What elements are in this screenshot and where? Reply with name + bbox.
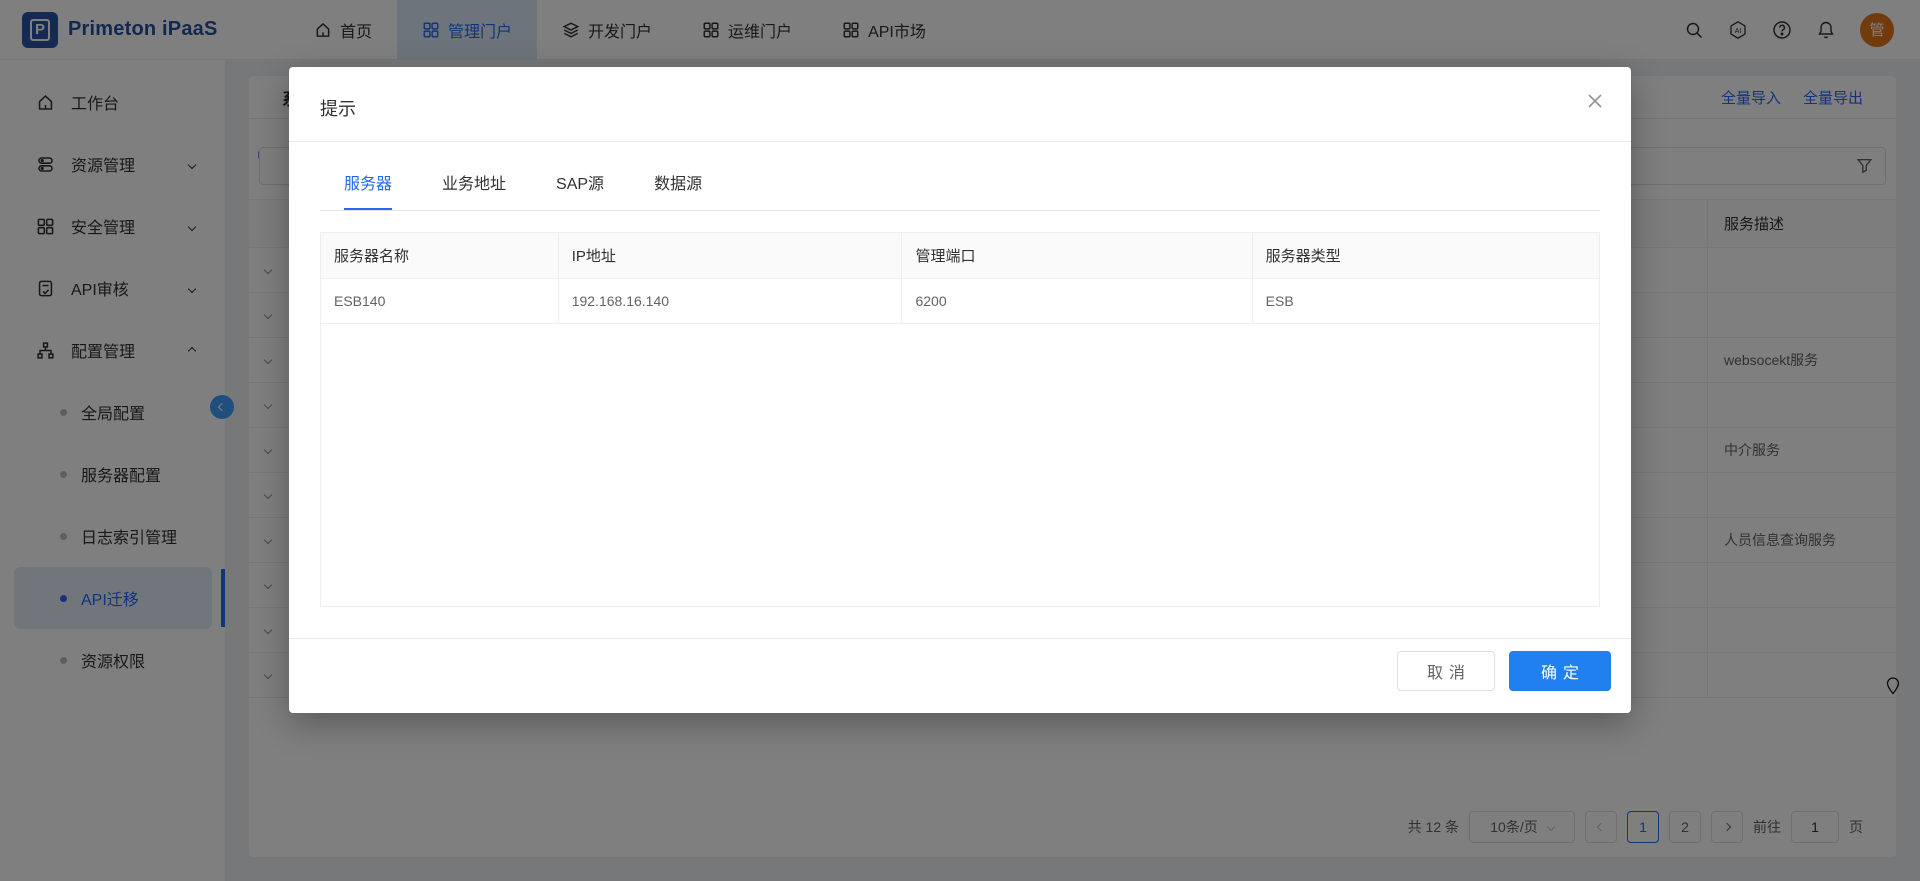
close-icon[interactable]: [1585, 91, 1605, 111]
server-table-row[interactable]: ESB140 192.168.16.140 6200 ESB: [321, 279, 1599, 324]
cell-server-name: ESB140: [321, 279, 559, 323]
confirm-button[interactable]: 确定: [1509, 651, 1611, 691]
cell-ip-address: 192.168.16.140: [559, 279, 903, 323]
tab-data-source[interactable]: 数据源: [654, 162, 702, 210]
col-server-type: 服务器类型: [1253, 233, 1599, 278]
cell-admin-port: 6200: [902, 279, 1252, 323]
cancel-button[interactable]: 取消: [1397, 651, 1495, 691]
dialog-header: 提示: [289, 67, 1631, 142]
col-admin-port: 管理端口: [902, 233, 1252, 278]
dialog-title: 提示: [320, 99, 356, 119]
app-root: P Primeton iPaaS 首页 管理门户 开发门户 运维门户: [0, 0, 1920, 881]
cell-server-type: ESB: [1253, 279, 1599, 323]
server-table: 服务器名称 IP地址 管理端口 服务器类型 ESB140 192.168.16.…: [320, 232, 1600, 607]
dialog-tabs: 服务器 业务地址 SAP源 数据源: [320, 142, 1600, 211]
prompt-dialog: 提示 服务器 业务地址 SAP源 数据源 服务器名称 IP地址 管理端口 服务器…: [289, 67, 1631, 713]
col-server-name: 服务器名称: [321, 233, 559, 278]
tab-business-address[interactable]: 业务地址: [442, 162, 506, 210]
col-ip-address: IP地址: [559, 233, 903, 278]
dialog-footer: 取消 确定: [289, 638, 1631, 713]
server-table-header: 服务器名称 IP地址 管理端口 服务器类型: [321, 233, 1599, 279]
tab-server[interactable]: 服务器: [344, 162, 392, 210]
tab-sap-source[interactable]: SAP源: [556, 162, 604, 210]
